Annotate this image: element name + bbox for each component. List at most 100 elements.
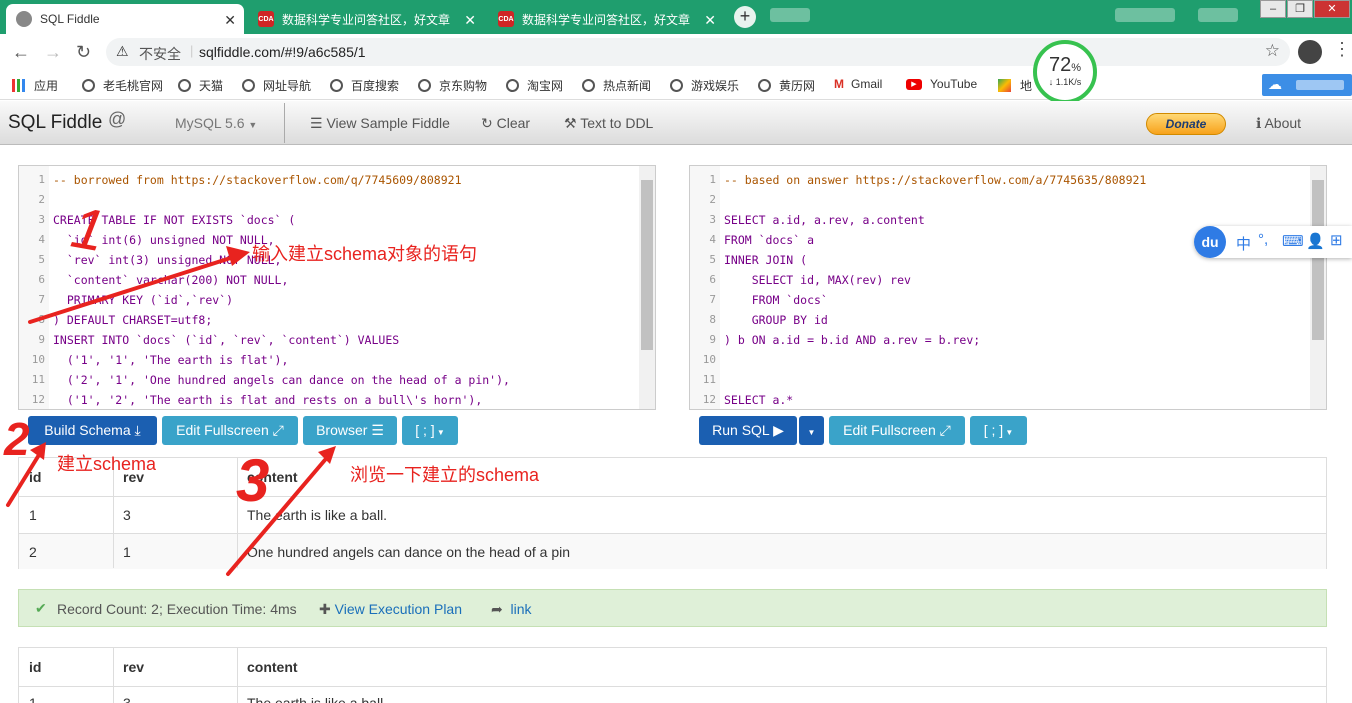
query-editor[interactable]: 1 -- based on answer https://stackoverflo… bbox=[689, 165, 1327, 410]
reload-icon[interactable]: ↻ bbox=[76, 42, 91, 63]
code-line: FROM `docs` bbox=[724, 293, 828, 307]
bookmark-item[interactable]: 网址导航 bbox=[242, 77, 311, 94]
globe-favicon-icon bbox=[16, 11, 32, 27]
blurred-area bbox=[1198, 8, 1238, 22]
line-number: 8 bbox=[709, 313, 716, 326]
profile-avatar-icon[interactable] bbox=[1298, 40, 1322, 64]
code-line: -- borrowed from https://stackoverflow.c… bbox=[53, 173, 462, 187]
line-number: 8 bbox=[38, 313, 45, 326]
about-link[interactable]: ℹ About bbox=[1256, 115, 1301, 132]
close-window-button[interactable]: ✕ bbox=[1314, 0, 1350, 18]
bookmark-item[interactable]: 热点新闻 bbox=[582, 77, 651, 94]
line-number: 5 bbox=[709, 253, 716, 266]
cloud-upload-button[interactable]: ☁ bbox=[1262, 74, 1352, 96]
new-tab-button[interactable]: + bbox=[734, 6, 756, 28]
annotation-text-2: 建立schema bbox=[57, 454, 157, 474]
back-icon[interactable]: ← bbox=[12, 42, 30, 63]
line-number: 2 bbox=[38, 193, 45, 206]
cda-favicon-icon: CDA bbox=[258, 11, 274, 27]
bookmark-item[interactable]: 老毛桃官网 bbox=[82, 77, 163, 94]
close-tab-icon[interactable]: ✕ bbox=[224, 12, 236, 29]
bookmark-maps[interactable]: 地 bbox=[998, 77, 1032, 94]
bookmark-item[interactable]: 天猫 bbox=[178, 77, 223, 94]
schema-scrollbar[interactable] bbox=[639, 166, 655, 409]
text-to-ddl-link[interactable]: ⚒ Text to DDL bbox=[564, 115, 653, 132]
user-icon: 👤 bbox=[1306, 233, 1325, 250]
tab-cda-2[interactable]: CDA 数据科学专业问答社区，好文章 ✕ bbox=[488, 4, 724, 34]
code-line: INNER JOIN ( bbox=[724, 253, 808, 267]
terminator-dropdown-2[interactable]: [ ; ] ▼ bbox=[970, 416, 1027, 445]
query-scrollbar[interactable] bbox=[1310, 166, 1326, 409]
plus-icon: ✚ bbox=[319, 601, 331, 617]
network-speed-widget[interactable]: 72% ↓ 1.1K/s bbox=[1033, 40, 1097, 104]
results-table: id rev content 1 3 The earth is like a b… bbox=[18, 457, 1327, 569]
baidu-logo-icon: du bbox=[1194, 226, 1226, 258]
bookmarks-bar: 应用 老毛桃官网 天猫 网址导航 百度搜索 京东购物 淘宝网 热点新闻 游戏娱乐… bbox=[0, 70, 1352, 100]
run-options-dropdown[interactable]: ▼ bbox=[799, 416, 824, 445]
forward-icon[interactable]: → bbox=[44, 42, 62, 63]
ime-toolbar[interactable]: du 中 °, ⌨ 👤 ⊞ bbox=[1194, 226, 1352, 258]
edit-fullscreen-button-2[interactable]: Edit Fullscreen ⤢ bbox=[829, 416, 965, 445]
globe-icon bbox=[330, 79, 343, 92]
blurred-area bbox=[770, 8, 810, 22]
bookmark-item[interactable]: 黄历网 bbox=[758, 77, 815, 94]
bookmark-item[interactable]: 游戏娱乐 bbox=[670, 77, 739, 94]
grid-icon: ⊞ bbox=[1330, 232, 1343, 249]
table-row: 2 1 One hundred angels can dance on the … bbox=[19, 533, 1326, 569]
bookmark-gmail[interactable]: M Gmail bbox=[834, 77, 882, 91]
code-line: ) DEFAULT CHARSET=utf8; bbox=[53, 313, 213, 327]
globe-icon bbox=[670, 79, 683, 92]
view-execution-plan-link[interactable]: ✚ View Execution Plan bbox=[319, 601, 462, 618]
bookmark-item[interactable]: 百度搜索 bbox=[330, 77, 399, 94]
gmail-icon: M bbox=[834, 77, 844, 91]
close-tab-icon[interactable]: ✕ bbox=[704, 12, 716, 29]
divider bbox=[284, 103, 285, 143]
download-icon: ⤓ bbox=[134, 422, 141, 438]
view-sample-fiddle-link[interactable]: ☰ View Sample Fiddle bbox=[310, 115, 450, 132]
tab-cda-1[interactable]: CDA 数据科学专业问答社区，好文章 ✕ bbox=[248, 4, 484, 34]
code-line: -- based on answer https://stackoverflow… bbox=[724, 173, 1147, 187]
minimize-button[interactable]: – bbox=[1260, 0, 1286, 18]
line-number: 10 bbox=[702, 353, 716, 366]
caret-down-icon: ▼ bbox=[1003, 428, 1014, 437]
browser-button[interactable]: Browser ☰ bbox=[303, 416, 397, 445]
bookmark-apps[interactable]: 应用 bbox=[12, 77, 58, 94]
brand[interactable]: SQL Fiddle bbox=[8, 112, 102, 134]
warning-icon: ⚠ bbox=[116, 43, 129, 59]
star-icon[interactable]: ☆ bbox=[1265, 41, 1280, 61]
address-bar: ← → ↻ ⚠ 不安全 | sqlfiddle.com/#!9/a6c585/1… bbox=[0, 34, 1352, 70]
clear-link[interactable]: ↻ Clear bbox=[481, 115, 530, 132]
donate-button[interactable]: Donate bbox=[1146, 113, 1226, 135]
line-number: 6 bbox=[38, 273, 45, 286]
annotation-number-3: 3 bbox=[236, 447, 270, 514]
tab-sql-fiddle[interactable]: SQL Fiddle ✕ bbox=[6, 4, 244, 34]
schema-editor[interactable]: 1 -- borrowed from https://stackoverflow.… bbox=[18, 165, 656, 410]
url-field[interactable]: ⚠ 不安全 | sqlfiddle.com/#!9/a6c585/1 ☆ bbox=[106, 38, 1290, 66]
line-number: 4 bbox=[709, 233, 716, 246]
bookmark-youtube[interactable]: ▶ YouTube bbox=[906, 77, 977, 91]
line-number: 3 bbox=[709, 213, 716, 226]
terminator-dropdown[interactable]: [ ; ] ▼ bbox=[402, 416, 458, 445]
globe-icon bbox=[758, 79, 771, 92]
code-line: SELECT a.* bbox=[724, 393, 794, 407]
code-line: ('2', '1', 'One hundred angels can dance… bbox=[53, 373, 510, 387]
nautilus-logo-icon: @ bbox=[108, 109, 127, 129]
run-sql-button[interactable]: Run SQL ▶ bbox=[699, 416, 797, 445]
build-schema-button[interactable]: Build Schema ⤓ bbox=[28, 416, 157, 445]
code-line: FROM `docs` a bbox=[724, 233, 815, 247]
code-line: SELECT a.id, a.rev, a.content bbox=[724, 213, 925, 227]
bookmark-item[interactable]: 京东购物 bbox=[418, 77, 487, 94]
expand-icon: ⤢ bbox=[939, 422, 951, 438]
share-icon: ➦ bbox=[491, 601, 503, 617]
menu-dots-icon[interactable]: ⋮ bbox=[1333, 39, 1351, 60]
edit-fullscreen-button[interactable]: Edit Fullscreen ⤢ bbox=[162, 416, 298, 445]
close-tab-icon[interactable]: ✕ bbox=[464, 12, 476, 29]
db-select[interactable]: MySQL 5.6 ▼ bbox=[175, 115, 257, 131]
line-number: 9 bbox=[38, 333, 45, 346]
permalink-link[interactable]: ➦ link bbox=[491, 601, 532, 618]
code-line: ) b ON a.id = b.id AND a.rev = b.rev; bbox=[724, 333, 981, 347]
bookmark-item[interactable]: 淘宝网 bbox=[506, 77, 563, 94]
maximize-button[interactable]: ❐ bbox=[1287, 0, 1313, 18]
globe-icon bbox=[242, 79, 255, 92]
line-number: 12 bbox=[702, 393, 716, 406]
